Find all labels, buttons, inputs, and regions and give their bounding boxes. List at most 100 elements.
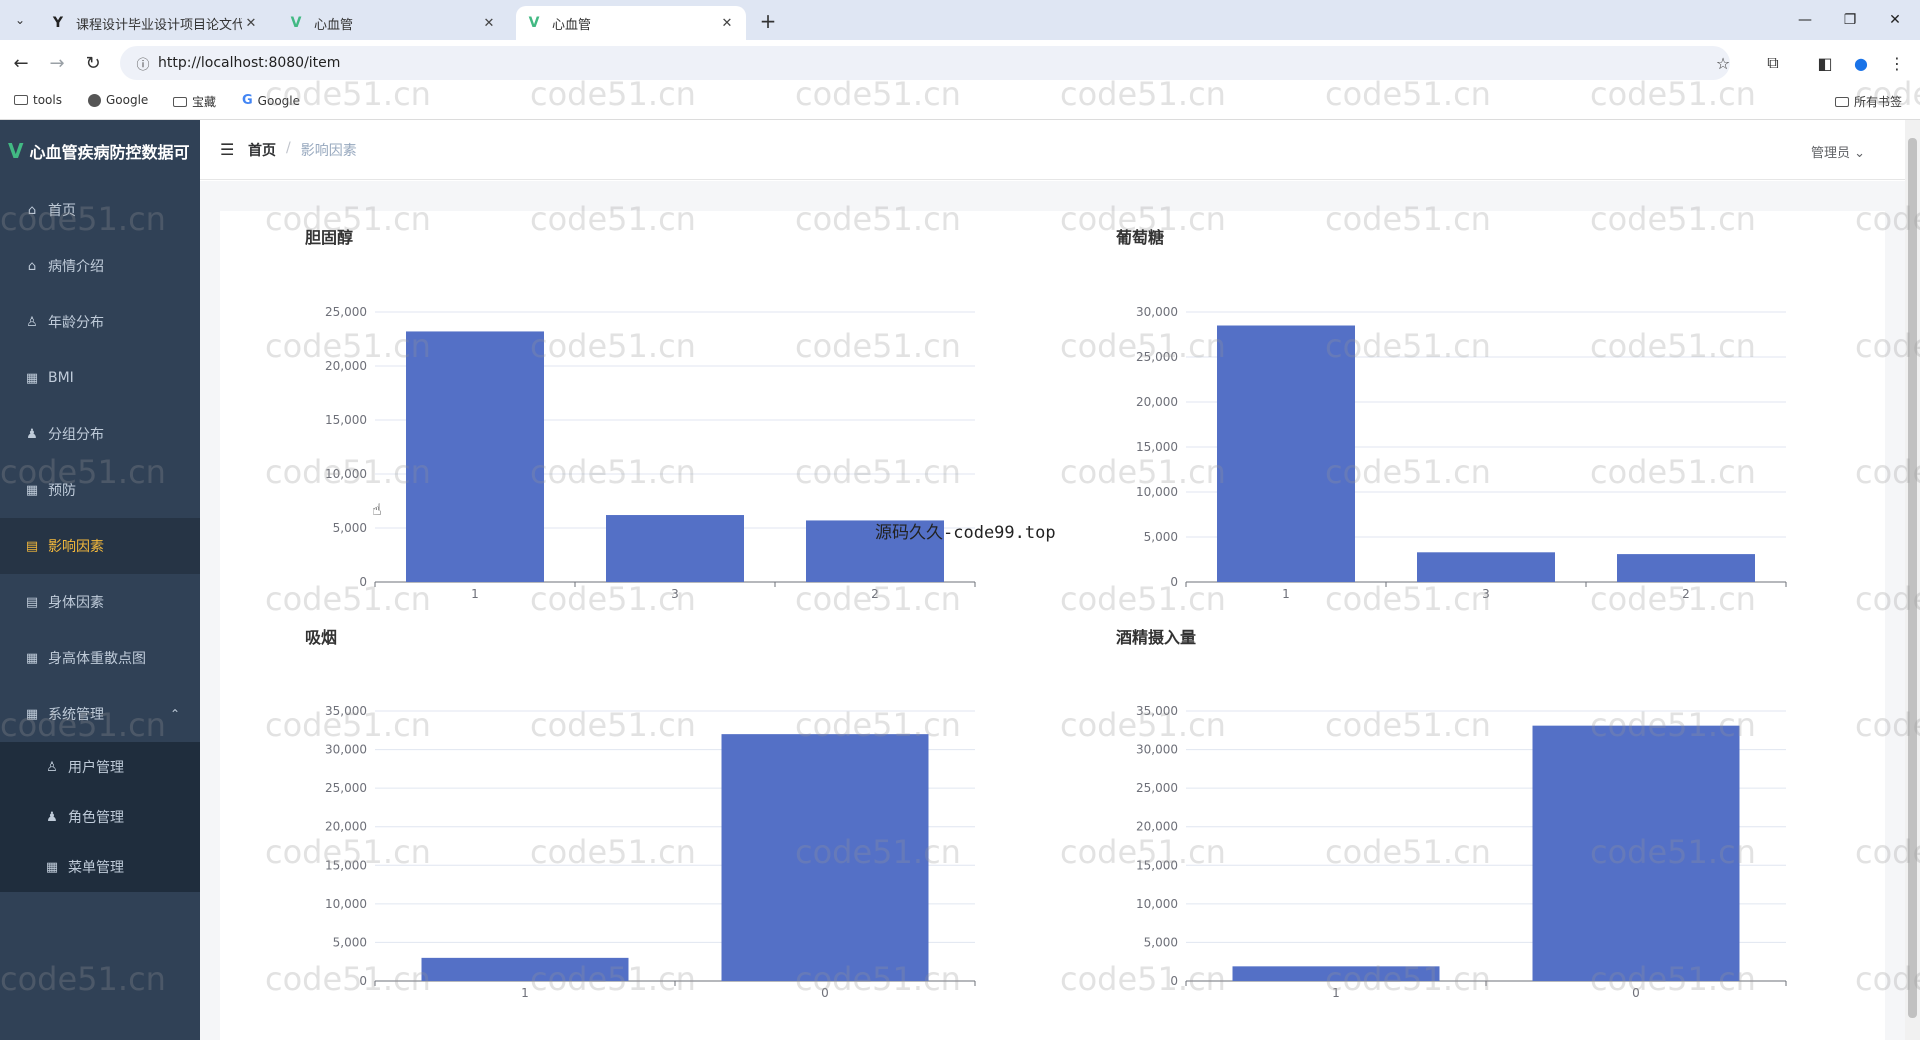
y-tick-label: 20,000 xyxy=(1136,820,1178,834)
bar-1 xyxy=(1217,325,1355,582)
y-tick-label: 25,000 xyxy=(1136,781,1178,795)
grid-icon: ▦ xyxy=(25,482,39,498)
bookmark-google-2[interactable]: G Google xyxy=(242,93,300,108)
sidebar-item-user-management[interactable]: ♙ 用户管理 xyxy=(0,742,200,792)
x-tick-label: 1 xyxy=(521,986,529,1000)
sidebar-item-label: 角色管理 xyxy=(68,810,124,826)
y-tick-label: 10,000 xyxy=(1136,485,1178,499)
y-tick-label: 5,000 xyxy=(1144,935,1178,949)
close-icon[interactable]: ✕ xyxy=(480,14,498,32)
close-icon[interactable]: ✕ xyxy=(718,14,736,32)
google-icon: G xyxy=(242,93,253,108)
y-tick-label: 15,000 xyxy=(325,858,367,872)
sidebar-item-age-distribution[interactable]: ♙ 年龄分布 xyxy=(0,294,200,350)
side-panel-icon[interactable]: ◧ xyxy=(1812,50,1838,76)
extensions-icon[interactable]: ⧉ xyxy=(1760,50,1786,76)
grid-icon: ▦ xyxy=(25,706,39,722)
y-tick-label: 20,000 xyxy=(1136,395,1178,409)
sidebar-item-label: 首页 xyxy=(48,203,76,219)
sidebar-item-label: 身体因素 xyxy=(48,595,104,611)
sidebar-item-home[interactable]: ⌂ 首页 xyxy=(0,182,200,238)
more-menu-icon[interactable]: ⋮ xyxy=(1884,50,1910,76)
bar-1 xyxy=(1232,966,1440,981)
all-bookmarks[interactable]: 所有书签 xyxy=(1835,93,1902,110)
tab-search-icon[interactable]: ⌄ xyxy=(8,8,32,32)
reload-icon[interactable]: ↻ xyxy=(78,48,108,78)
scrollbar-thumb[interactable] xyxy=(1908,138,1917,1018)
tab-title: 心血管 xyxy=(552,17,592,33)
sidebar-item-influence-factors[interactable]: ▤ 影响因素 xyxy=(0,518,200,574)
site-info-icon[interactable]: ⓘ xyxy=(128,54,158,73)
sidebar-item-group-distribution[interactable]: ♟ 分组分布 xyxy=(0,406,200,462)
sidebar-item-body-factors[interactable]: ▤ 身体因素 xyxy=(0,574,200,630)
new-tab-icon[interactable]: + xyxy=(755,8,781,34)
browser-tab-2[interactable]: V 心血管 ✕ xyxy=(278,6,508,40)
sidebar-item-height-weight-scatter[interactable]: ▦ 身高体重散点图 xyxy=(0,630,200,686)
bookmark-google[interactable]: Google xyxy=(88,93,148,107)
x-tick-label: 1 xyxy=(471,587,479,601)
y-tick-label: 30,000 xyxy=(1136,743,1178,757)
sidebar-item-system-management[interactable]: ▦ 系统管理 ⌃ xyxy=(0,686,200,742)
y-tick-label: 0 xyxy=(359,974,367,988)
bookmark-label: tools xyxy=(33,93,62,107)
minimize-icon[interactable]: — xyxy=(1785,6,1825,34)
sidebar-item-bmi[interactable]: ▦ BMI xyxy=(0,350,200,406)
address-bar[interactable]: ⓘ http://localhost:8080/item xyxy=(120,46,1730,80)
browser-tab-1[interactable]: Y 课程设计毕业设计项目论文代写 ✕ xyxy=(40,6,270,40)
y-tick-label: 15,000 xyxy=(325,413,367,427)
hamburger-icon[interactable]: ☰ xyxy=(220,140,238,159)
x-tick-label: 0 xyxy=(1632,986,1640,1000)
folder-icon xyxy=(14,95,28,105)
y-tick-label: 25,000 xyxy=(325,781,367,795)
user-name: 管理员 xyxy=(1810,146,1850,161)
app-title: 心血管疾病防控数据可 xyxy=(29,143,190,162)
x-tick-label: 1 xyxy=(1332,986,1340,1000)
x-tick-label: 1 xyxy=(1282,587,1290,601)
home-icon: ⌂ xyxy=(27,258,37,274)
charts-card: 胆固醇 葡萄糖 吸烟 酒精摄入量 0 5,000 10,000 15,000 20,00… xyxy=(220,211,1885,1040)
page-scrollbar[interactable] xyxy=(1905,120,1920,1040)
main-content: 胆固醇 葡萄糖 吸烟 酒精摄入量 0 5,000 10,000 15,000 20,00… xyxy=(200,181,1905,1040)
vue-icon: V xyxy=(290,15,302,31)
app-logo[interactable]: V 心血管疾病防控数据可 xyxy=(0,120,200,182)
browser-tab-3[interactable]: V 心血管 ✕ xyxy=(516,6,746,40)
document-icon: ▤ xyxy=(25,538,39,554)
sidebar-item-role-management[interactable]: ♟ 角色管理 xyxy=(0,792,200,842)
user-dropdown[interactable]: 管理员 ⌄ xyxy=(1811,142,1865,161)
sidebar-item-prevention[interactable]: ▦ 预防 xyxy=(0,462,200,518)
sidebar-item-label: 年龄分布 xyxy=(48,315,104,331)
y-tick-label: 30,000 xyxy=(1136,305,1178,319)
window-close-icon[interactable]: ✕ xyxy=(1875,6,1915,34)
x-tick-label: 3 xyxy=(1482,587,1490,601)
sidebar-item-label: 预防 xyxy=(48,483,76,499)
y-tick-label: 15,000 xyxy=(1136,858,1178,872)
sidebar-item-label: 系统管理 xyxy=(48,707,104,723)
sidebar-item-menu-management[interactable]: ▦ 菜单管理 xyxy=(0,842,200,892)
y-tick-label: 20,000 xyxy=(325,359,367,373)
x-tick-label: 3 xyxy=(671,587,679,601)
y-tick-label: 10,000 xyxy=(1136,897,1178,911)
y-tick-label: 5,000 xyxy=(333,521,367,535)
close-icon[interactable]: ✕ xyxy=(242,14,260,32)
y-tick-label: 20,000 xyxy=(325,820,367,834)
back-icon[interactable]: ← xyxy=(6,48,36,78)
vue-logo-icon: V xyxy=(8,139,24,163)
user-icon: ♙ xyxy=(26,314,38,330)
y-tick-label: 30,000 xyxy=(325,743,367,757)
bookmark-star-icon[interactable]: ☆ xyxy=(1710,50,1736,76)
bar-2 xyxy=(1617,554,1755,582)
bookmark-tools[interactable]: tools xyxy=(14,93,62,107)
forward-icon[interactable]: → xyxy=(42,48,72,78)
url-text: http://localhost:8080/item xyxy=(158,55,341,71)
y-tick-label: 35,000 xyxy=(325,704,367,718)
breadcrumb: 首页 / 影响因素 xyxy=(248,140,357,160)
bookmark-treasure[interactable]: 宝藏 xyxy=(173,93,216,110)
sidebar-item-disease-intro[interactable]: ⌂ 病情介绍 xyxy=(0,238,200,294)
y-tick-label: 25,000 xyxy=(1136,350,1178,364)
x-tick-label: 2 xyxy=(1682,587,1690,601)
restore-icon[interactable]: ❐ xyxy=(1830,6,1870,34)
profile-icon[interactable]: ● xyxy=(1848,50,1874,76)
bar-1 xyxy=(421,957,629,981)
sidebar-item-label: BMI xyxy=(48,370,74,386)
breadcrumb-home[interactable]: 首页 xyxy=(248,140,276,160)
